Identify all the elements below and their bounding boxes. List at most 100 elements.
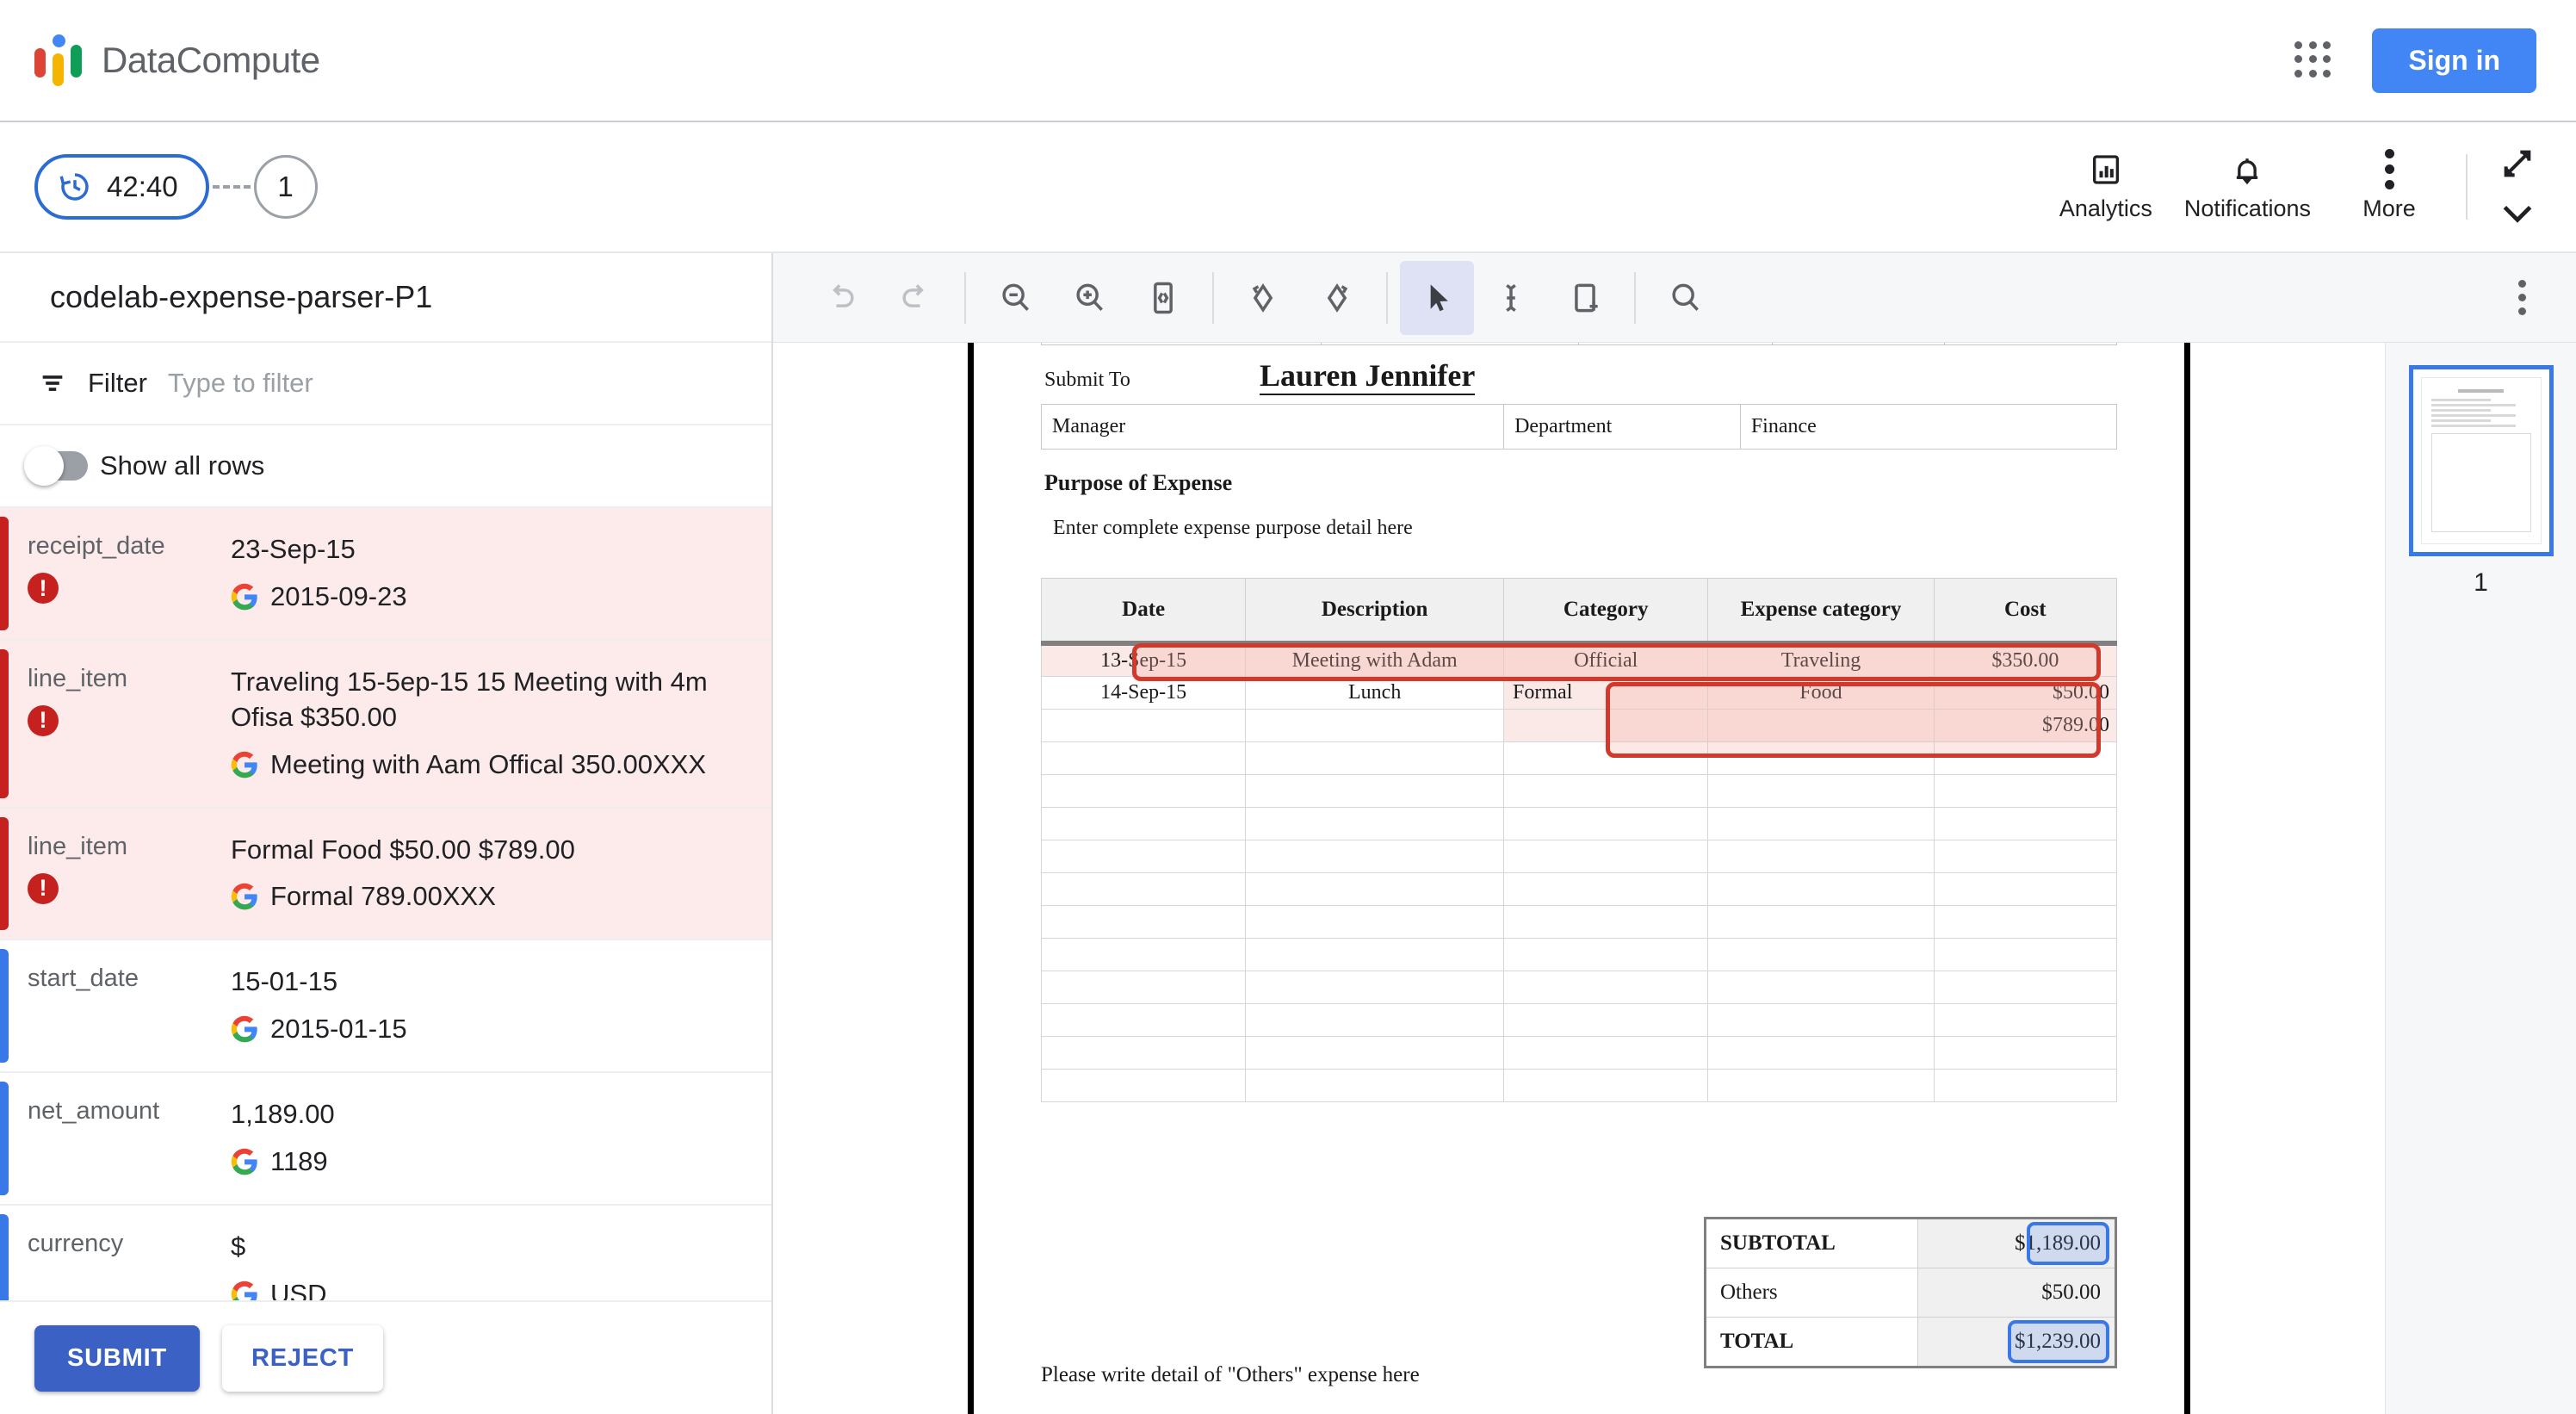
select-cursor-icon [1430, 283, 1448, 311]
field-predicted-value: Meeting with Aam Offical 350.00XXX [231, 747, 751, 783]
table-row-blank [1040, 905, 2118, 939]
zoom-in-button[interactable] [1052, 261, 1126, 335]
col-category: Category [1503, 578, 1709, 646]
department-value: Finance [1739, 404, 2118, 450]
search-document-button[interactable] [1648, 261, 1722, 335]
others-note: Please write detail of "Others" expense … [1041, 1363, 1420, 1386]
status-accent-bar [0, 816, 9, 931]
text-select-icon [1506, 283, 1516, 312]
document-viewer: Period end at 10-Sep-15 Submit To Lauren… [773, 253, 2576, 1414]
status-accent-bar [0, 517, 9, 630]
submit-button[interactable]: SUBMIT [34, 1324, 200, 1392]
field-meta: receipt_date ! [0, 532, 231, 604]
table-row: $789.00 [1040, 709, 2118, 742]
thumbnail-page-1[interactable] [2408, 365, 2554, 556]
fit-width-button[interactable] [1126, 261, 1200, 335]
col-cost: Cost [1933, 578, 2118, 646]
zoom-out-button[interactable] [978, 261, 1052, 335]
task-timer[interactable]: 42:40 [34, 154, 209, 220]
add-region-icon [1575, 283, 1598, 312]
select-cursor-button[interactable] [1400, 260, 1474, 335]
status-accent-bar [0, 1082, 9, 1195]
field-meta: line_item ! [0, 665, 231, 736]
redo-icon [902, 283, 924, 307]
field-raw-value: $ [231, 1231, 246, 1262]
google-g-icon [231, 751, 257, 778]
rotate-right-icon [1327, 282, 1348, 313]
field-row-line-item-2[interactable]: line_item ! Formal Food $50.00 $789.00 F… [0, 808, 771, 941]
field-meta: currency [0, 1230, 231, 1258]
cell-category [1503, 709, 1709, 742]
field-name: line_item [28, 664, 128, 692]
text-select-button[interactable] [1474, 261, 1548, 335]
field-meta: start_date [0, 964, 231, 993]
timer-connector [212, 185, 251, 189]
zoom-out-icon [1002, 283, 1029, 311]
reject-button[interactable]: REJECT [221, 1324, 384, 1392]
show-all-rows-toggle[interactable] [24, 446, 88, 486]
panel-footer: SUBMIT REJECT [0, 1300, 771, 1414]
rotate-right-button[interactable] [1300, 261, 1374, 335]
rotate-left-button[interactable] [1226, 261, 1300, 335]
google-g-icon [231, 583, 257, 611]
others-amount: $50.00 [1917, 1268, 2116, 1318]
expense-table: Date Description Category Expense catego… [1040, 578, 2118, 1102]
sign-in-button[interactable]: Sign in [2372, 28, 2536, 93]
thumbnail-preview [2420, 377, 2542, 544]
totals-row: Others $50.00 [1705, 1268, 2116, 1318]
analytics-chart-icon [2092, 154, 2119, 184]
submit-to-row: Submit To Lauren Jennifer [1041, 345, 2117, 404]
add-region-button[interactable] [1548, 261, 1622, 335]
total-amount: $1,239.00 [1917, 1317, 2116, 1367]
status-accent-bar [0, 949, 9, 1064]
analytics-action[interactable]: Analytics [2041, 152, 2170, 222]
analytics-label: Analytics [2059, 195, 2152, 221]
field-row-line-item-1[interactable]: line_item ! Traveling 15-5ep-15 15 Meeti… [0, 640, 771, 809]
field-predicted-value: 2015-01-15 [231, 1012, 751, 1047]
status-accent-bar [0, 648, 9, 798]
filter-input[interactable] [167, 368, 734, 399]
document-page: Period end at 10-Sep-15 Submit To Lauren… [968, 343, 2190, 1414]
document-overflow-button[interactable] [2485, 261, 2559, 335]
zoom-in-icon [1076, 283, 1103, 311]
field-raw-value: 15-01-15 [231, 966, 338, 997]
google-g-icon [231, 1016, 257, 1043]
google-g-icon [231, 884, 257, 910]
purpose-text: Enter complete expense purpose detail he… [1053, 517, 1413, 539]
datacompute-logo-icon [34, 34, 83, 86]
apps-grid-icon[interactable] [2294, 41, 2332, 79]
expand-diagonal-icon[interactable] [2499, 146, 2536, 181]
subtotal-label: SUBTOTAL [1705, 1218, 1918, 1268]
field-row-currency[interactable]: currency $ USD [0, 1206, 771, 1300]
field-row-net-amount[interactable]: net_amount 1,189.00 1189 [0, 1073, 771, 1206]
more-action[interactable]: More [2325, 149, 2454, 222]
cell-cost: $350.00 [1933, 642, 2118, 677]
field-predicted-value: USD [231, 1277, 751, 1300]
cell-date: 14-Sep-15 [1040, 676, 1247, 710]
error-icon: ! [28, 573, 59, 604]
field-row-receipt-date[interactable]: receipt_date ! 23-Sep-15 2015-09-23 [0, 508, 771, 641]
task-toolbar: 42:40 1 Analytics Notifications More [0, 122, 2576, 253]
field-values: Formal Food $50.00 $789.00 Formal 789.00… [231, 833, 771, 915]
totals-table: SUBTOTAL $1,189.00 Others $50.00 TOTAL $… [1704, 1217, 2117, 1368]
col-expense-category: Expense category [1707, 578, 1935, 646]
undo-button[interactable] [804, 261, 878, 335]
chevron-down-icon[interactable] [2499, 200, 2536, 227]
fit-width-icon [1154, 282, 1173, 313]
step-indicator[interactable]: 1 [253, 155, 318, 219]
submit-to-label: Submit To [1044, 369, 1130, 391]
redo-button[interactable] [878, 261, 952, 335]
toolbar-divider [964, 271, 966, 324]
predicted-text: Formal 789.00XXX [270, 881, 496, 912]
notifications-label: Notifications [2183, 195, 2311, 221]
document-stage[interactable]: Period end at 10-Sep-15 Submit To Lauren… [773, 343, 2385, 1414]
table-row-blank [1040, 1069, 2118, 1102]
table-row-blank [1040, 774, 2118, 808]
table-row-blank [1040, 971, 2118, 1004]
table-row-blank [1040, 1036, 2118, 1070]
notifications-action[interactable]: Notifications [2170, 152, 2325, 222]
page-title: codelab-expense-parser-P1 [0, 253, 771, 343]
toolbar-divider [1386, 271, 1388, 324]
status-accent-bar [0, 1213, 9, 1300]
field-row-start-date[interactable]: start_date 15-01-15 2015-01-15 [0, 940, 771, 1074]
